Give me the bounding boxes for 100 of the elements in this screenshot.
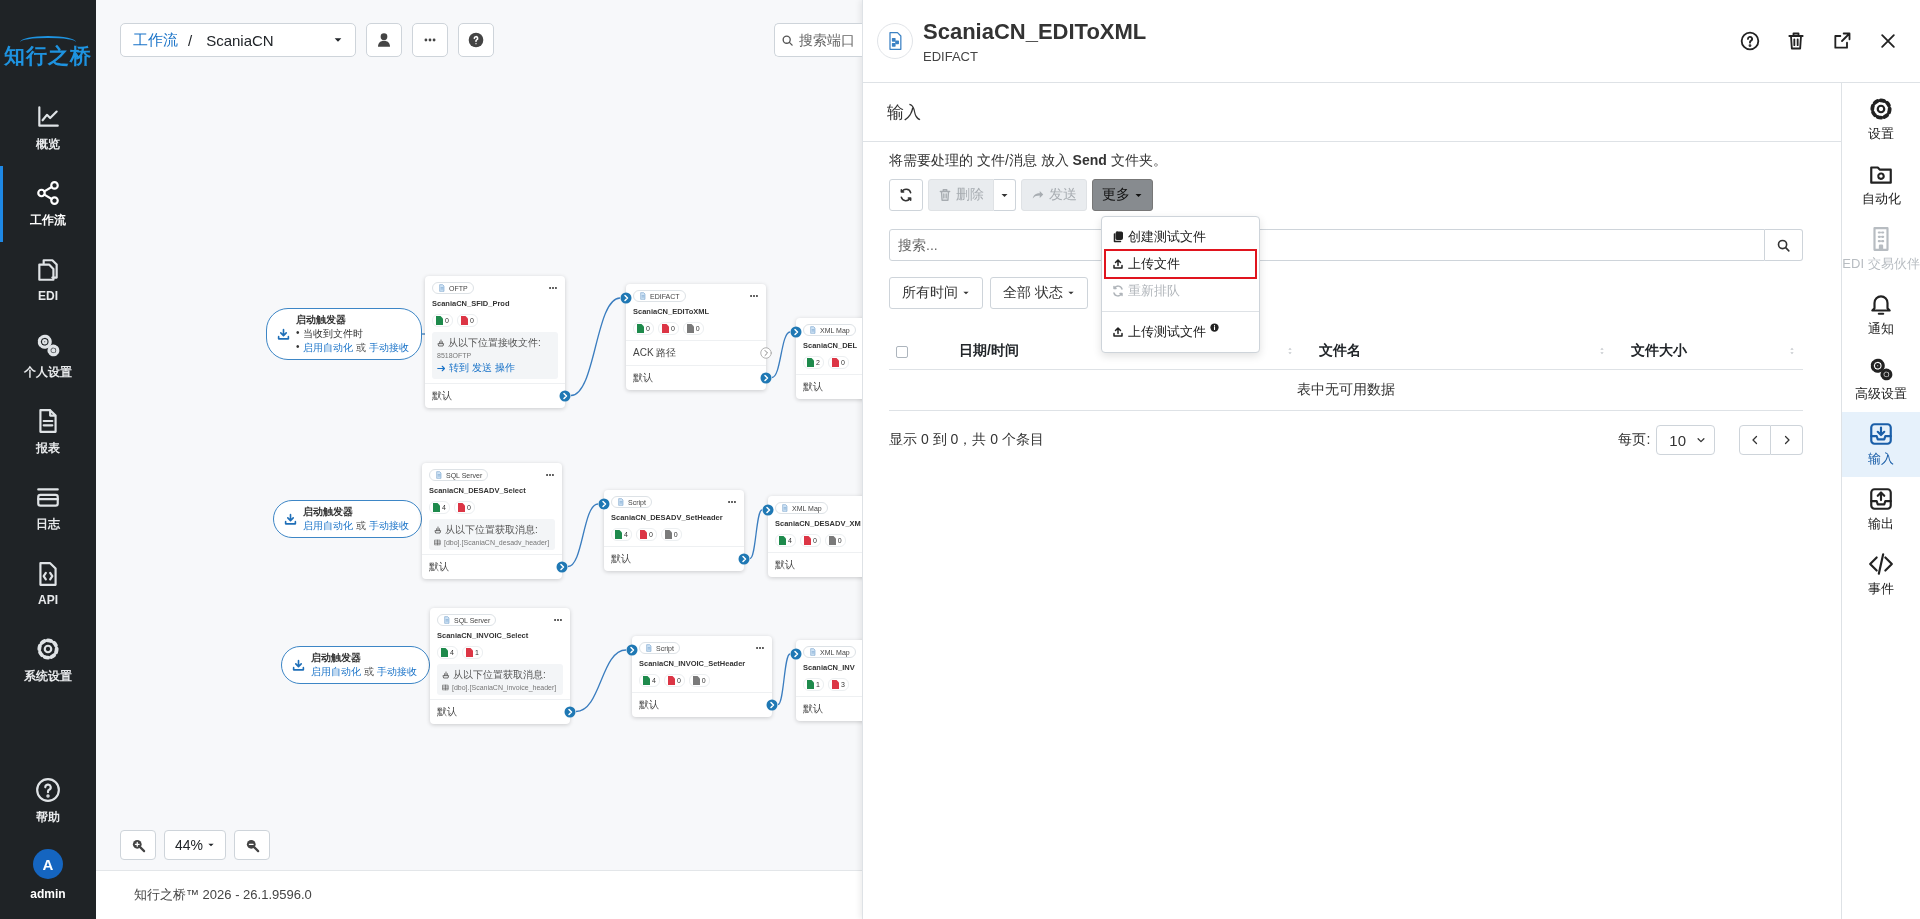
port-handle[interactable] (762, 504, 774, 516)
menu-item[interactable]: 上传测试文件 (1106, 319, 1255, 345)
link[interactable]: 手动接收 (369, 342, 409, 353)
trigger-title: 启动触发器 (303, 505, 355, 519)
logo: 知行之桥 (4, 36, 92, 70)
document-icon (809, 648, 817, 656)
port-handle[interactable] (760, 371, 772, 384)
trigger-actions: 启用自动化 或 手动接收 (303, 341, 409, 355)
port-handle[interactable] (790, 648, 802, 660)
external-link-icon[interactable] (1832, 31, 1852, 51)
port-handle[interactable] (556, 560, 568, 573)
filter-dropdown[interactable]: 所有时间 (889, 277, 983, 309)
nav-item[interactable]: EDI (0, 242, 96, 318)
zoom-in-icon (130, 837, 146, 853)
info-heading: 从以下位置获取消息: (453, 668, 546, 682)
breadcrumb-dropdown[interactable]: 工作流 / ScaniaCN (120, 23, 356, 57)
refresh-button[interactable] (889, 179, 923, 211)
search-button[interactable] (1765, 229, 1803, 261)
nav-item[interactable]: 个人设置 (0, 318, 96, 394)
avatar[interactable]: A (33, 849, 63, 879)
nav-item[interactable]: 系统设置 (0, 622, 96, 698)
trigger-title: 启动触发器 (311, 651, 363, 665)
nav-item[interactable]: 概览 (0, 90, 96, 166)
link[interactable]: 启用自动化 (303, 520, 354, 531)
connector-line (777, 653, 791, 706)
inbox-upload-icon (1868, 486, 1894, 512)
checkbox[interactable] (896, 346, 908, 359)
link[interactable]: 手动接收 (369, 520, 409, 531)
chevron-down-icon (1696, 435, 1706, 445)
output-label: 默认 (775, 558, 795, 572)
link[interactable]: 启用自动化 (311, 666, 362, 677)
gears-icon (1868, 356, 1894, 382)
link[interactable]: 手动接收 (377, 666, 417, 677)
connector-line (567, 503, 599, 568)
document-icon (443, 616, 451, 624)
code-icon (1868, 551, 1894, 577)
connector-line (749, 509, 763, 560)
output-label: 默认 (611, 552, 631, 566)
zoom-in-button[interactable] (120, 830, 156, 860)
trigger-actions: 启用自动化 或 手动接收 (303, 519, 409, 533)
document-icon (809, 326, 817, 334)
port-handle[interactable] (626, 644, 638, 656)
user-icon (376, 32, 392, 48)
side-tab[interactable]: 事件 (1842, 542, 1920, 607)
trigger-text: 当收到文件时 (303, 327, 364, 341)
download-icon (284, 512, 298, 526)
help-button[interactable] (458, 23, 494, 57)
output-label: 默认 (639, 698, 659, 712)
port-handle[interactable] (564, 705, 576, 718)
port-handle[interactable] (766, 698, 778, 711)
document-icon (438, 284, 446, 292)
side-tab[interactable]: 输入 (1842, 412, 1920, 477)
info-link[interactable]: 转到 发送 操作 (437, 361, 553, 375)
link[interactable]: 启用自动化 (303, 342, 354, 353)
help-icon[interactable] (1740, 31, 1760, 51)
port-handle[interactable] (790, 326, 802, 338)
port-handle[interactable] (760, 346, 772, 359)
side-tab[interactable]: 设置 (1842, 87, 1920, 152)
settings-icon (35, 635, 61, 662)
port-handle[interactable] (620, 292, 632, 304)
copy-icon (1112, 231, 1124, 243)
help-icon (35, 776, 61, 803)
upload-icon (1112, 326, 1124, 338)
share-nodes-icon (35, 179, 61, 206)
more-dropdown[interactable]: 更多 (1092, 179, 1153, 211)
trash-icon (938, 188, 952, 202)
port-handle[interactable] (598, 498, 610, 510)
port-handle[interactable] (559, 389, 571, 402)
filter-dropdown[interactable]: 全部 状态 (990, 277, 1088, 309)
nav-item[interactable]: 报表 (0, 394, 96, 470)
nav-item[interactable]: 日志 (0, 470, 96, 546)
zoom-out-button[interactable] (234, 830, 271, 860)
output-label: 默认 (432, 389, 452, 403)
close-icon[interactable] (1878, 31, 1898, 51)
document-icon (645, 644, 653, 652)
document-icon (617, 498, 625, 506)
document-icon (781, 504, 789, 512)
side-tab[interactable]: 自动化 (1842, 152, 1920, 217)
info-heading: 从以下位置获取消息: (445, 523, 538, 537)
per-page-select[interactable]: 10 (1656, 425, 1715, 455)
empty-table-message: 表中无可用数据 (889, 369, 1803, 411)
instruction-text: 将需要处理的 文件/消息 放入 Send 文件夹。 (889, 152, 1168, 170)
pagination-summary: 显示 0 到 0，共 0 个条目 (889, 431, 1044, 449)
column-header[interactable]: 文件名 (1319, 342, 1361, 360)
side-tab[interactable]: 通知 (1842, 282, 1920, 347)
nav-item[interactable]: API (0, 546, 96, 622)
trash-icon[interactable] (1786, 31, 1806, 51)
caret-icon (962, 289, 970, 297)
nav-item[interactable]: 帮助 (0, 763, 96, 839)
document-icon (639, 292, 647, 300)
side-tab[interactable]: 高级设置 (1842, 347, 1920, 412)
zoom-dropdown[interactable]: 44% (164, 830, 227, 860)
user-button[interactable] (366, 23, 402, 57)
search-field[interactable]: 搜索端口 (774, 23, 862, 57)
port-handle[interactable] (738, 552, 750, 565)
column-header[interactable]: 文件大小 (1631, 342, 1687, 360)
column-header[interactable]: 日期/时间 (959, 342, 1019, 360)
section-title: 输入 (863, 83, 1841, 142)
side-tab[interactable]: 输出 (1842, 477, 1920, 542)
search-icon (1776, 237, 1791, 253)
